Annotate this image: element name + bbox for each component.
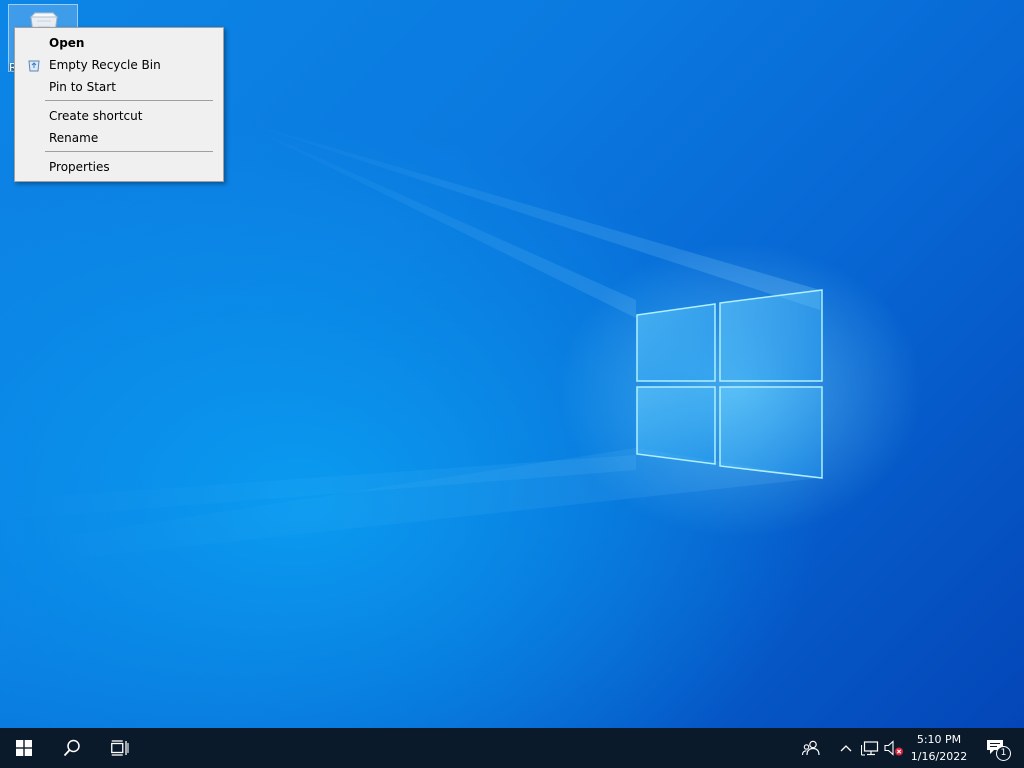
menu-item-label: Create shortcut: [49, 109, 143, 123]
task-view-button[interactable]: [96, 728, 144, 768]
menu-item-label: Properties: [49, 160, 110, 174]
network-icon: [861, 741, 879, 756]
show-hidden-icons-chevron: [840, 745, 852, 752]
clock-time: 5:10 PM: [916, 733, 962, 746]
volume-muted-icon: [884, 740, 903, 756]
context-menu: Open Empty Recycle Bin Pin to Start Crea…: [14, 27, 224, 182]
search-button[interactable]: [48, 728, 96, 768]
notification-count-badge: 1: [996, 746, 1011, 761]
start-button[interactable]: [0, 728, 48, 768]
clock-date: 1/16/2022: [910, 750, 968, 763]
windows-start-icon: [16, 740, 32, 756]
search-icon: [63, 739, 80, 757]
menu-item-label: Pin to Start: [49, 80, 116, 94]
menu-item-label: Empty Recycle Bin: [49, 58, 161, 72]
menu-item-label: Open: [49, 36, 85, 50]
network-button[interactable]: [858, 728, 882, 768]
taskbar: 5:10 PM 1/16/2022 1: [0, 728, 1024, 768]
menu-item-pin-to-start[interactable]: Pin to Start: [17, 76, 221, 98]
people-icon: [802, 740, 820, 756]
menu-separator: [45, 151, 213, 152]
show-hidden-icons-button[interactable]: [836, 728, 856, 768]
menu-item-empty-recycle-bin[interactable]: Empty Recycle Bin: [17, 54, 221, 76]
menu-item-properties[interactable]: Properties: [17, 156, 221, 178]
desktop[interactable]: R Open Empty Recycle Bin Pin to Start Cr…: [0, 0, 1024, 728]
menu-item-create-shortcut[interactable]: Create shortcut: [17, 105, 221, 127]
menu-item-rename[interactable]: Rename: [17, 127, 221, 149]
volume-button[interactable]: [882, 728, 906, 768]
menu-separator: [45, 100, 213, 101]
clock[interactable]: 5:10 PM 1/16/2022: [906, 731, 972, 765]
menu-item-open[interactable]: Open: [17, 32, 221, 54]
people-button[interactable]: [796, 728, 826, 768]
menu-item-label: Rename: [49, 131, 99, 145]
recycle-bin-small-icon: [28, 60, 40, 72]
action-center-button[interactable]: 1: [976, 728, 1016, 768]
task-view-icon: [111, 740, 129, 756]
